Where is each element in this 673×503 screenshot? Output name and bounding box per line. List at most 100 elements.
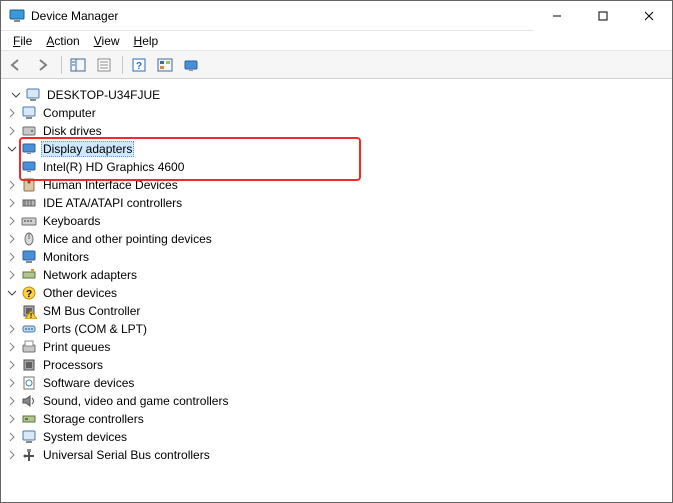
chevron-right-icon[interactable] [5,268,19,282]
menu-file[interactable]: File [7,33,38,49]
tree-item-label: Intel(R) HD Graphics 4600 [41,160,186,174]
tree-item-label: SM Bus Controller [41,304,142,318]
tree-item-label: Storage controllers [41,412,146,426]
tree-category-node[interactable]: Human Interface Devices [5,176,668,194]
chevron-down-icon[interactable] [5,286,19,300]
tree-category-node[interactable]: ? Other devices! SM Bus Controller [5,284,668,320]
category-icon [21,213,37,229]
menu-view[interactable]: View [88,33,126,49]
window-title: Device Manager [31,9,118,23]
tree-category-node[interactable]: Computer [5,104,668,122]
tree-item-label: System devices [41,430,129,444]
tree-item-label: Ports (COM & LPT) [41,322,149,336]
toolbar-separator [122,56,123,74]
category-icon [21,267,37,283]
menu-action[interactable]: Action [40,33,85,49]
tree-item-label: IDE ATA/ATAPI controllers [41,196,184,210]
forward-button[interactable] [31,54,55,76]
tree-category-node[interactable]: Software devices [5,374,668,392]
tree-item-label: Universal Serial Bus controllers [41,448,212,462]
tree-category-node[interactable]: Mice and other pointing devices [5,230,668,248]
category-icon [21,105,37,121]
tree-device-node[interactable]: ! SM Bus Controller [5,302,668,320]
category-icon: ? [21,285,37,301]
category-icon [21,393,37,409]
toolbar-separator [61,56,62,74]
device-icon [21,159,37,175]
category-icon [21,231,37,247]
chevron-right-icon[interactable] [5,196,19,210]
chevron-right-icon[interactable] [5,412,19,426]
menu-help[interactable]: Help [128,33,165,49]
chevron-right-icon[interactable] [5,376,19,390]
svg-text:!: ! [30,313,32,319]
chevron-right-icon[interactable] [5,322,19,336]
tree-item-label: Human Interface Devices [41,178,180,192]
category-icon [21,141,37,157]
tree-category-node[interactable]: Monitors [5,248,668,266]
computer-icon [25,87,41,103]
chevron-right-icon[interactable] [5,250,19,264]
tree-root-label: DESKTOP-U34FJUE [45,88,162,102]
chevron-right-icon[interactable] [5,340,19,354]
svg-text:?: ? [26,289,32,300]
category-icon [21,357,37,373]
tree-item-label: Monitors [41,250,91,264]
chevron-right-icon[interactable] [5,358,19,372]
app-icon [9,8,25,24]
tree-category-node[interactable]: Sound, video and game controllers [5,392,668,410]
tree-category-node[interactable]: Universal Serial Bus controllers [5,446,668,464]
properties-button[interactable] [92,54,116,76]
category-icon [21,321,37,337]
device-warning-icon: ! [21,303,37,319]
tree-item-label: Processors [41,358,105,372]
tree-item-label: Sound, video and game controllers [41,394,230,408]
toolbar: ? [1,51,672,79]
minimize-button[interactable] [534,1,580,31]
tree-root-node[interactable]: DESKTOP-U34FJUE Computer Disk drives Displ… [5,86,668,464]
category-icon [21,249,37,265]
category-icon [21,447,37,463]
scan-hardware-button[interactable] [153,54,177,76]
tree-category-node[interactable]: IDE ATA/ATAPI controllers [5,194,668,212]
chevron-right-icon[interactable] [5,430,19,444]
tree-item-label: Computer [41,106,98,120]
tree-category-node[interactable]: Disk drives [5,122,668,140]
device-tree[interactable]: DESKTOP-U34FJUE Computer Disk drives Displ… [1,79,672,502]
tree-item-label: Keyboards [41,214,102,228]
maximize-button[interactable] [580,1,626,31]
tree-item-label: Software devices [41,376,136,390]
back-button[interactable] [5,54,29,76]
tree-category-node[interactable]: Display adapters Intel(R) HD Graphics 460… [5,140,668,176]
add-legacy-hardware-button[interactable] [179,54,203,76]
chevron-right-icon[interactable] [5,106,19,120]
category-icon [21,429,37,445]
close-button[interactable] [626,1,672,31]
tree-device-node[interactable]: Intel(R) HD Graphics 4600 [5,158,668,176]
chevron-right-icon[interactable] [5,394,19,408]
category-icon [21,123,37,139]
tree-item-label: Display adapters [41,141,134,157]
tree-item-label: Other devices [41,286,119,300]
titlebar: Device Manager [1,1,672,31]
expander-icon[interactable] [9,88,23,102]
tree-category-node[interactable]: Storage controllers [5,410,668,428]
chevron-right-icon[interactable] [5,232,19,246]
tree-category-node[interactable]: Processors [5,356,668,374]
show-hide-console-tree-button[interactable] [66,54,90,76]
chevron-down-icon[interactable] [5,142,19,156]
chevron-right-icon[interactable] [5,124,19,138]
tree-item-label: Disk drives [41,124,104,138]
help-button[interactable]: ? [127,54,151,76]
chevron-right-icon[interactable] [5,178,19,192]
tree-category-node[interactable]: Ports (COM & LPT) [5,320,668,338]
category-icon [21,177,37,193]
tree-category-node[interactable]: System devices [5,428,668,446]
tree-category-node[interactable]: Print queues [5,338,668,356]
tree-category-node[interactable]: Keyboards [5,212,668,230]
chevron-right-icon[interactable] [5,448,19,462]
tree-category-node[interactable]: Network adapters [5,266,668,284]
chevron-right-icon[interactable] [5,214,19,228]
tree-item-label: Print queues [41,340,112,354]
tree-item-label: Mice and other pointing devices [41,232,214,246]
